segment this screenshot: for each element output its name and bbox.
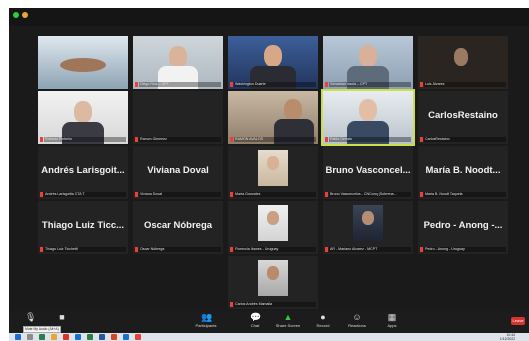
participants-button[interactable]: 👥 Participants [189, 312, 223, 329]
task-view-icon[interactable] [39, 334, 45, 340]
share-screen-icon: ▲ [283, 312, 293, 322]
leave-button[interactable]: Leave [511, 317, 525, 325]
mute-tooltip: Mute My Audio (Alt+A) [23, 326, 61, 333]
video-camera-icon: ■ [59, 312, 65, 322]
participant-tile[interactable]: AR - Mariano Alvarez - MCPT [323, 201, 413, 254]
participant-name: María B. Noodt... [425, 165, 501, 176]
participant-label: Ramon Gimenez [139, 137, 221, 142]
participant-tile[interactable] [38, 36, 128, 89]
microphone-icon: 🎙 [25, 312, 37, 322]
windows-start-icon[interactable] [15, 334, 21, 340]
participant-tile[interactable]: Marta Gonzalez [228, 146, 318, 199]
reactions-icon: ☺ [352, 312, 362, 322]
participant-label: Roberto Pinheiro [44, 137, 126, 142]
participant-label: Luis Álvarez [424, 82, 506, 87]
participant-label: Washington Duarte [234, 82, 316, 87]
participant-label: Pablo Cerrato [329, 137, 411, 142]
participant-tile[interactable]: Roberto Pinheiro [38, 91, 128, 144]
shield-icon[interactable] [13, 12, 19, 18]
participant-name: CarlosRestaino [428, 110, 498, 121]
share-screen-button[interactable]: ▲ Share Screen [271, 312, 305, 329]
participant-name: Oscar Nóbrega [143, 220, 213, 231]
participant-label: Maria B. Noodt Taquela [424, 192, 506, 197]
participant-tile[interactable]: Thiago Luiz Ticc... Thiago Luiz Ticchett… [38, 201, 128, 254]
clock-date: 1/12/2022 [499, 337, 515, 341]
participant-label: Diego Ruiz – CPT [139, 82, 221, 87]
meeting-toolbar: 🎙 ■ 👥 Participants 💬 Chat ▲ Share Screen… [9, 311, 529, 333]
chat-button[interactable]: 💬 Chat [238, 312, 272, 329]
apps-icon: ▦ [387, 312, 397, 322]
participant-label: Pedro - Anong - Uruguay [424, 247, 506, 252]
participant-label: Viviana Doval [139, 192, 221, 197]
participant-name: Andrés Larisgoit... [41, 165, 125, 176]
info-icon[interactable] [22, 12, 28, 18]
word-icon[interactable] [99, 334, 105, 340]
participant-label: Oscar Nóbrega [139, 247, 221, 252]
apps-button[interactable]: ▦ Apps [375, 312, 409, 329]
participant-tile[interactable]: Washington Duarte [228, 36, 318, 89]
participant-tile[interactable]: RAMÓN AVALOS [228, 91, 318, 144]
participant-tile[interactable]: Pedro - Anong -... Pedro - Anong - Urugu… [418, 201, 508, 254]
participant-tile[interactable]: Ramon Gimenez [133, 91, 223, 144]
apps-label: Apps [387, 323, 397, 328]
participant-label: RAMÓN AVALOS [234, 137, 316, 142]
system-clock[interactable]: 10:44 1/12/2022 [500, 333, 515, 341]
edge-icon[interactable] [75, 334, 81, 340]
zoom-window: Diego Ruiz – CPT Washington Duarte Sebas… [9, 8, 529, 341]
participant-tile[interactable]: Andrés Larisgoit... Andrés Larisgoitia C… [38, 146, 128, 199]
participant-label: Florencia Ibanes - Uruguay [234, 247, 316, 252]
reactions-button[interactable]: ☺ Reactions [340, 312, 374, 329]
file-explorer-icon[interactable] [51, 334, 57, 340]
participant-name: Pedro - Anong -... [423, 220, 503, 231]
chat-icon: 💬 [250, 312, 262, 322]
participant-label: AR - Mariano Alvarez - MCPT [329, 247, 411, 252]
acrobat-icon[interactable] [135, 334, 141, 340]
participant-label: Marta Gonzalez [234, 192, 316, 197]
participant-name: Bruno Vasconcel... [325, 165, 411, 176]
excel-icon[interactable] [87, 334, 93, 340]
powerpoint-icon[interactable] [111, 334, 117, 340]
participants-icon: 👥 [201, 312, 213, 322]
video-button[interactable]: ■ [45, 313, 79, 323]
video-grid: Diego Ruiz – CPT Washington Duarte Sebas… [9, 26, 529, 311]
participant-tile[interactable]: Diego Ruiz – CPT [133, 36, 223, 89]
record-icon: ● [320, 312, 326, 322]
participants-label: Participants [195, 323, 217, 328]
participant-label: Carlos Andrés Mamalia [234, 302, 316, 307]
participant-tile[interactable]: María B. Noodt... Maria B. Noodt Taquela [418, 146, 508, 199]
reactions-label: Reactions [348, 323, 366, 328]
participant-name: Viviana Doval [147, 165, 209, 176]
mute-button[interactable]: 🎙 [13, 313, 47, 323]
participant-tile[interactable]: Oscar Nóbrega Oscar Nóbrega [133, 201, 223, 254]
record-label: Record [316, 323, 330, 328]
windows-taskbar: 10:44 1/12/2022 [9, 333, 529, 341]
participant-tile[interactable]: Luis Álvarez [418, 36, 508, 89]
record-button[interactable]: ● Record [306, 312, 340, 329]
participant-tile[interactable]: Bruno Vasconcel... Bruno Vasconcelos - C… [323, 146, 413, 199]
share-screen-label: Share Screen [275, 323, 301, 328]
chat-label: Chat [250, 323, 260, 328]
participant-tile[interactable]: Carlos Andrés Mamalia [228, 256, 318, 309]
participant-label: CarlosRestaino [424, 137, 506, 142]
participant-tile[interactable]: CarlosRestaino CarlosRestaino [418, 91, 508, 144]
participant-name: Thiago Luiz Ticc... [41, 220, 125, 231]
title-bar [9, 8, 529, 26]
participant-tile[interactable]: Sebastian Iraola – CPT [323, 36, 413, 89]
participant-tile[interactable]: Viviana Doval Viviana Doval [133, 146, 223, 199]
participant-tile[interactable]: Florencia Ibanes - Uruguay [228, 201, 318, 254]
participant-label: Thiago Luiz Ticchetti [44, 247, 126, 252]
participant-label: Bruno Vasconcelos - CNConq (Sobrena... [329, 192, 411, 197]
search-icon[interactable] [27, 334, 33, 340]
participant-label: Andrés Larisgoitia CTA T [44, 192, 126, 197]
participant-tile-active-speaker[interactable]: Pablo Cerrato [321, 89, 415, 146]
participant-label: Sebastian Iraola – CPT [329, 82, 411, 87]
app-icon[interactable] [63, 334, 69, 340]
zoom-icon[interactable] [123, 334, 129, 340]
